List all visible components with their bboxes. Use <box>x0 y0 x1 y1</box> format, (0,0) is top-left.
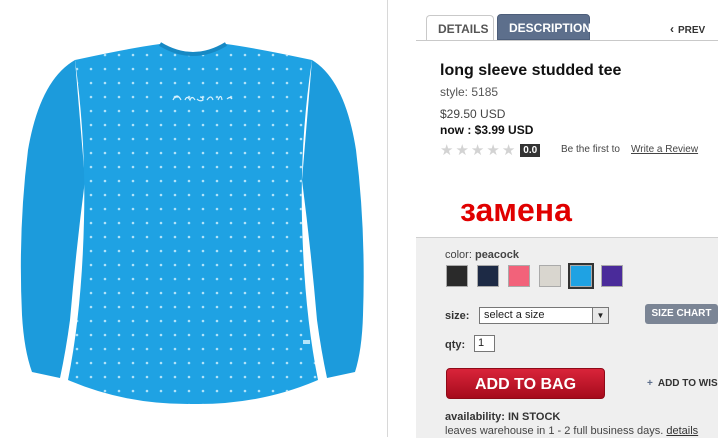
color-swatch-purple[interactable] <box>601 265 623 287</box>
chevron-left-icon: ‹ <box>670 22 674 36</box>
details-link[interactable]: details <box>666 425 698 437</box>
color-swatch-light-gray[interactable] <box>539 265 561 287</box>
sale-price: now : $3.99 USD <box>440 123 534 137</box>
availability-status: availability: IN STOCK <box>445 411 561 423</box>
right-sleeve <box>302 60 364 378</box>
size-select-value: select a size <box>484 309 545 321</box>
color-swatch-peacock[interactable] <box>568 263 594 289</box>
color-swatch-black[interactable] <box>446 265 468 287</box>
qty-input[interactable]: 1 <box>474 335 495 352</box>
rating-value: 0.0 <box>520 143 541 157</box>
shipping-info: leaves warehouse in 1 - 2 full business … <box>445 425 698 437</box>
add-to-bag-button[interactable]: ADD TO BAG <box>446 368 605 399</box>
left-sleeve <box>20 60 85 378</box>
color-label-key: color: <box>445 249 472 261</box>
color-swatch-pink[interactable] <box>508 265 530 287</box>
shipping-text: leaves warehouse in 1 - 2 full business … <box>445 425 664 437</box>
prev-link[interactable]: ‹ PREV <box>670 22 705 36</box>
add-to-wishlist-link[interactable]: + ADD TO WIS <box>647 378 718 389</box>
tab-details[interactable]: DETAILS <box>426 15 494 41</box>
overlay-annotation: замена <box>460 192 572 228</box>
hem-tag <box>303 340 310 344</box>
star-icon: ★ <box>501 141 516 159</box>
chevron-down-icon[interactable]: ▼ <box>592 308 608 323</box>
color-label: color: peacock <box>445 249 519 261</box>
prev-label: PREV <box>678 25 706 36</box>
plus-icon: + <box>647 378 653 389</box>
original-price: $29.50 USD <box>440 107 506 121</box>
size-chart-button[interactable]: SIZE CHART <box>645 304 718 324</box>
tab-divider <box>416 40 718 41</box>
size-select[interactable]: select a size ▼ <box>479 307 609 324</box>
product-image[interactable] <box>0 20 387 420</box>
color-swatch-navy[interactable] <box>477 265 499 287</box>
write-review-link[interactable]: Write a Review <box>631 144 698 155</box>
size-label: size: <box>445 310 470 322</box>
be-first-text: Be the first to <box>561 144 620 155</box>
tab-description[interactable]: DESCRIPTION <box>497 14 591 40</box>
product-title: long sleeve studded tee <box>440 62 622 79</box>
rating-stars: ★ ★ ★ ★ ★ 0.0 <box>440 141 541 159</box>
qty-label: qty: <box>445 339 466 351</box>
star-icon: ★ <box>455 141 469 159</box>
add-to-wishlist-label: ADD TO WIS <box>657 378 718 389</box>
star-icon: ★ <box>440 141 454 159</box>
star-icon: ★ <box>470 141 485 159</box>
product-image-pane <box>0 0 388 437</box>
product-style: style: 5185 <box>440 85 499 99</box>
color-value: peacock <box>474 249 519 261</box>
star-icon: ★ <box>486 141 500 159</box>
